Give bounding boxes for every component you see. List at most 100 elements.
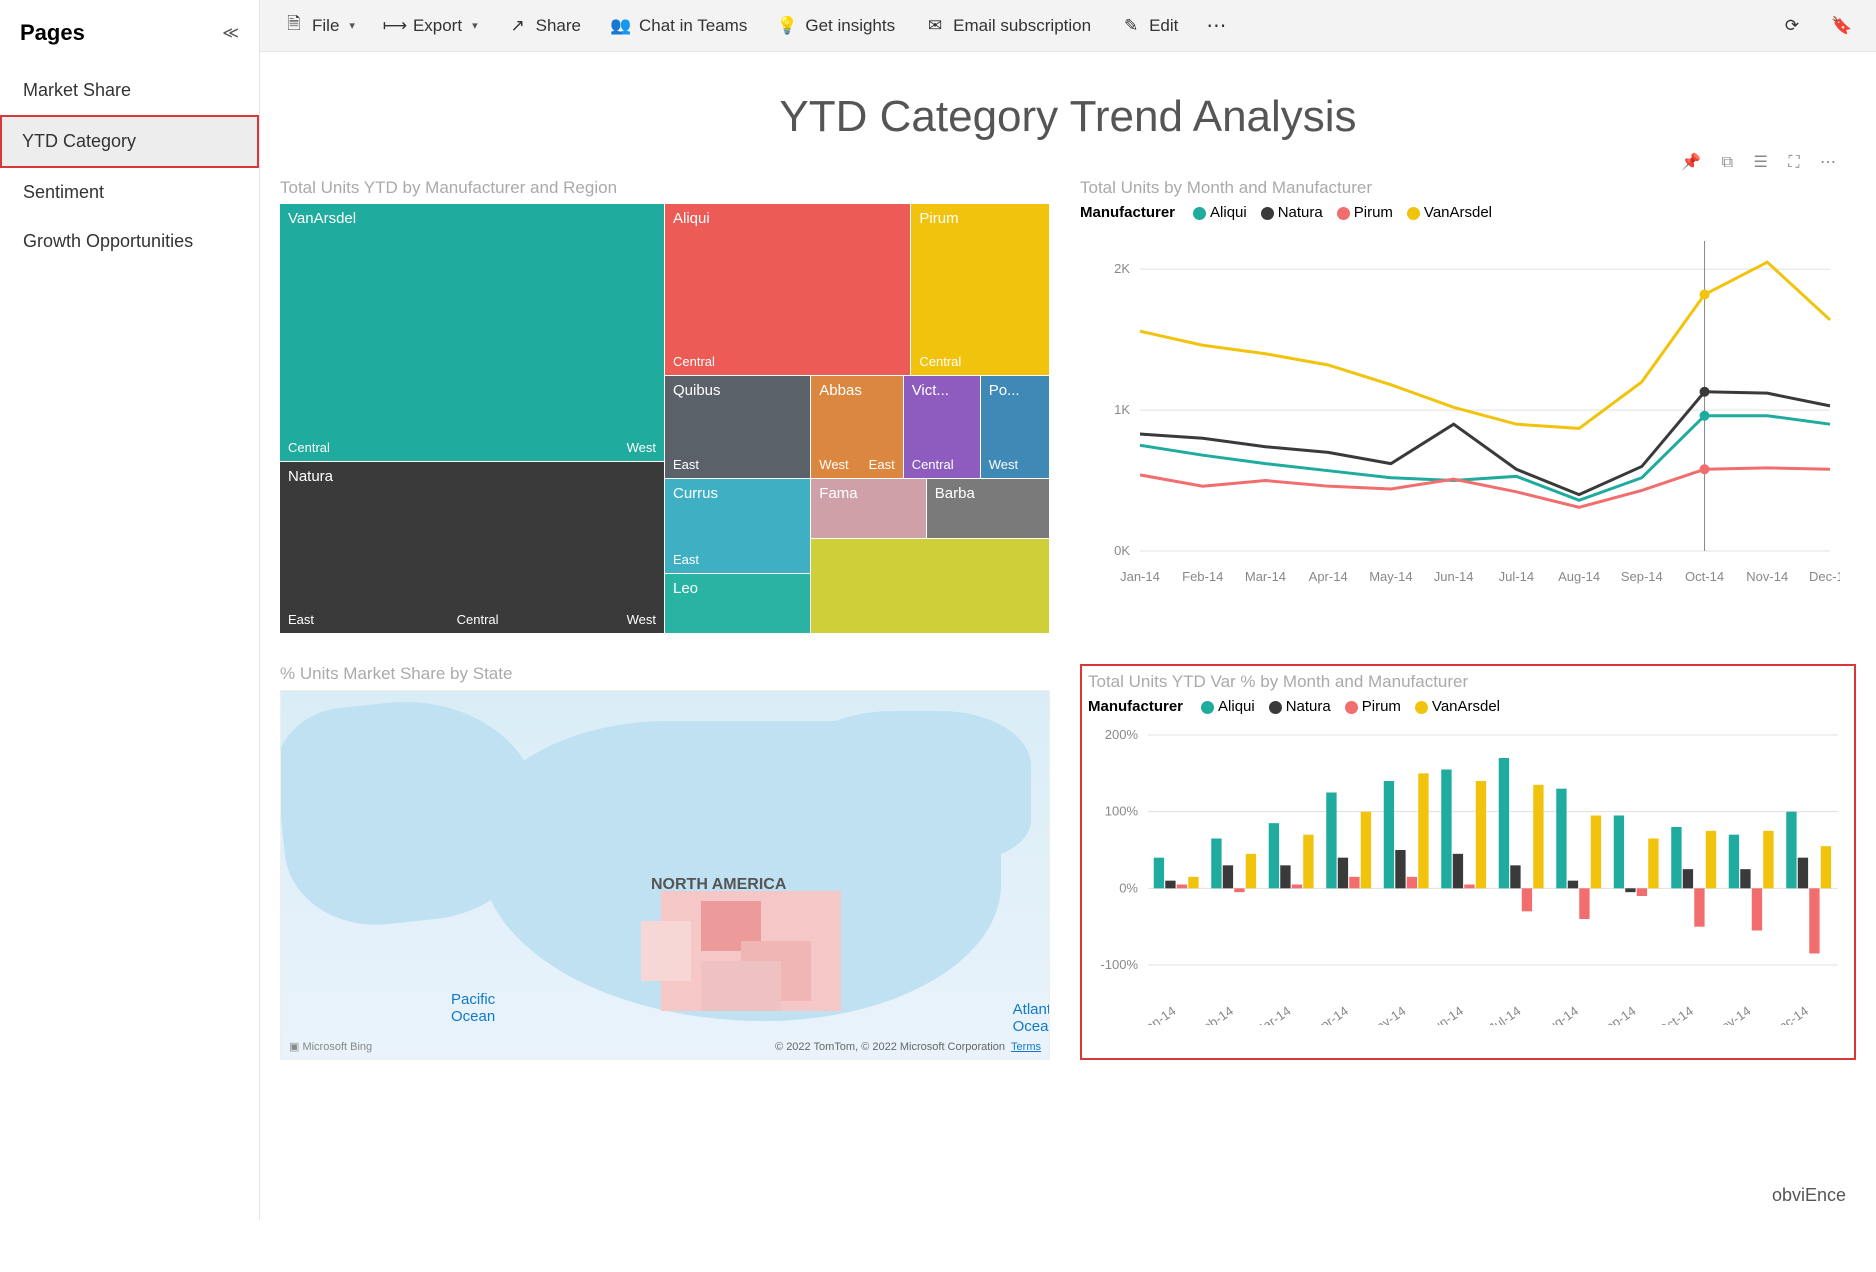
sidebar-item-sentiment[interactable]: Sentiment: [0, 168, 259, 217]
treemap-node[interactable]: AbbasWestEast: [811, 376, 902, 478]
map-attribution: © 2022 TomTom, © 2022 Microsoft Corporat…: [775, 1041, 1041, 1053]
treemap-title: Total Units YTD by Manufacturer and Regi…: [280, 178, 1050, 198]
more-options-button[interactable]: ⋯: [1196, 13, 1238, 38]
bar-chart-visual[interactable]: Total Units YTD Var % by Month and Manuf…: [1080, 664, 1856, 1060]
map-visual[interactable]: % Units Market Share by State NORTH AMER…: [280, 664, 1050, 1060]
svg-text:Jun-14: Jun-14: [1434, 569, 1474, 584]
treemap-node[interactable]: Leo: [665, 574, 810, 633]
collapse-sidebar-icon[interactable]: ≪: [222, 23, 239, 43]
chevron-down-icon: ▾: [349, 19, 355, 32]
svg-text:Feb-14: Feb-14: [1182, 569, 1223, 584]
bar-chart-plot[interactable]: -100%0%100%200%Jan-14Feb-14Mar-14Apr-14M…: [1088, 725, 1848, 1025]
svg-text:200%: 200%: [1105, 727, 1139, 742]
map-plot[interactable]: NORTH AMERICA PacificOcean AtlantOcea ▣ …: [280, 690, 1050, 1060]
copy-visual-icon[interactable]: ⧉: [1722, 154, 1733, 172]
chevron-down-icon: ▾: [472, 19, 478, 32]
line-chart-title: Total Units by Month and Manufacturer: [1080, 178, 1856, 198]
treemap-node[interactable]: Central: [665, 342, 910, 375]
svg-text:May-14: May-14: [1369, 569, 1412, 584]
treemap-node[interactable]: QuibusEast: [665, 376, 810, 478]
svg-text:Jun-14: Jun-14: [1425, 1003, 1466, 1025]
svg-text:Dec-14: Dec-14: [1768, 1003, 1811, 1025]
brand-footer: obviEnce: [1772, 1185, 1846, 1206]
sidebar-item-growth[interactable]: Growth Opportunities: [0, 217, 259, 266]
visual-more-icon[interactable]: ⋯: [1820, 152, 1836, 172]
focus-mode-icon[interactable]: ⛶: [1788, 154, 1799, 172]
filter-visual-icon[interactable]: ☰: [1754, 152, 1768, 172]
treemap-node[interactable]: Po...West: [981, 376, 1049, 478]
email-subscription-button[interactable]: ✉ Email subscription: [913, 10, 1103, 42]
line-chart-plot[interactable]: 0K1K2KJan-14Feb-14Mar-14Apr-14May-14Jun-…: [1080, 231, 1840, 591]
legend-vanarsdel[interactable]: VanArsdel: [1407, 204, 1492, 221]
bookmark-icon: 🔖: [1832, 16, 1852, 36]
svg-text:Nov-14: Nov-14: [1711, 1003, 1754, 1025]
map-bing-logo: ▣ Microsoft Bing: [289, 1040, 372, 1053]
bookmark-button[interactable]: 🔖: [1820, 10, 1864, 42]
pin-visual-icon[interactable]: 📌: [1681, 152, 1701, 172]
svg-text:Oct-14: Oct-14: [1655, 1003, 1696, 1025]
svg-text:Mar-14: Mar-14: [1251, 1003, 1293, 1025]
bar-chart-title: Total Units YTD Var % by Month and Manuf…: [1088, 672, 1848, 692]
svg-text:May-14: May-14: [1364, 1003, 1408, 1025]
treemap-node[interactable]: Central: [911, 342, 1049, 375]
share-button[interactable]: ↗ Share: [496, 10, 593, 42]
map-title: % Units Market Share by State: [280, 664, 1050, 684]
legend-pirum[interactable]: Pirum: [1345, 698, 1401, 715]
svg-text:100%: 100%: [1105, 804, 1139, 819]
treemap-visual[interactable]: Total Units YTD by Manufacturer and Regi…: [280, 178, 1050, 634]
svg-text:Nov-14: Nov-14: [1746, 569, 1788, 584]
svg-text:2K: 2K: [1114, 261, 1130, 276]
svg-text:Aug-14: Aug-14: [1558, 569, 1600, 584]
svg-text:Sep-14: Sep-14: [1596, 1003, 1639, 1025]
report-canvas: YTD Category Trend Analysis 📌 ⧉ ☰ ⛶ ⋯ To…: [260, 52, 1876, 1272]
sidebar-title: Pages: [20, 20, 85, 46]
file-menu[interactable]: 🗎 File ▾: [272, 10, 367, 42]
legend-pirum[interactable]: Pirum: [1337, 204, 1393, 221]
sidebar-items: Market Share YTD Category Sentiment Grow…: [0, 56, 259, 266]
share-icon: ↗: [508, 16, 528, 36]
mail-icon: ✉: [925, 16, 945, 36]
treemap-node[interactable]: CurrusEast: [665, 479, 810, 573]
svg-text:Jul-14: Jul-14: [1499, 569, 1534, 584]
map-continent-label: NORTH AMERICA: [651, 876, 786, 894]
legend-aliqui[interactable]: Aliqui: [1193, 204, 1247, 221]
svg-text:Jul-14: Jul-14: [1486, 1003, 1524, 1025]
legend-natura[interactable]: Natura: [1261, 204, 1323, 221]
svg-text:Apr-14: Apr-14: [1309, 569, 1348, 584]
treemap-node[interactable]: NaturaEastWestCentral: [280, 462, 664, 633]
refresh-button[interactable]: ⟳: [1770, 10, 1814, 42]
visual-action-bar: 📌 ⧉ ☰ ⛶ ⋯: [280, 152, 1856, 172]
lightbulb-icon: 💡: [777, 16, 797, 36]
svg-text:Dec-14: Dec-14: [1809, 569, 1840, 584]
treemap-node[interactable]: Vict...Central: [904, 376, 980, 478]
svg-text:Apr-14: Apr-14: [1310, 1003, 1351, 1025]
treemap-node[interactable]: CentralWest: [280, 333, 664, 461]
svg-text:Aug-14: Aug-14: [1538, 1003, 1581, 1025]
treemap-node[interactable]: Fama: [811, 479, 926, 538]
get-insights-button[interactable]: 💡 Get insights: [765, 10, 907, 42]
sidebar-item-ytd-category[interactable]: YTD Category: [0, 115, 259, 168]
treemap-node[interactable]: [811, 539, 1049, 633]
svg-text:Feb-14: Feb-14: [1194, 1003, 1236, 1025]
svg-text:Jan-14: Jan-14: [1137, 1003, 1178, 1025]
pencil-icon: ✎: [1121, 16, 1141, 36]
treemap-node[interactable]: Barba: [927, 479, 1049, 538]
line-chart-visual[interactable]: Total Units by Month and Manufacturer Ma…: [1080, 178, 1856, 634]
svg-text:Jan-14: Jan-14: [1120, 569, 1160, 584]
svg-text:0%: 0%: [1119, 880, 1138, 895]
edit-button[interactable]: ✎ Edit: [1109, 10, 1190, 42]
map-atlantic-label: AtlantOcea: [1013, 1001, 1050, 1035]
pages-sidebar: Pages ≪ Market Share YTD Category Sentim…: [0, 0, 260, 1220]
legend-aliqui[interactable]: Aliqui: [1201, 698, 1255, 715]
export-icon: ⟼: [385, 16, 405, 36]
chat-teams-button[interactable]: 👥 Chat in Teams: [599, 10, 759, 42]
map-terms-link[interactable]: Terms: [1011, 1041, 1041, 1053]
svg-text:0K: 0K: [1114, 543, 1130, 558]
bar-chart-legend: Manufacturer Aliqui Natura Pirum VanArsd…: [1088, 698, 1848, 715]
sidebar-item-market-share[interactable]: Market Share: [0, 66, 259, 115]
teams-icon: 👥: [611, 16, 631, 36]
legend-natura[interactable]: Natura: [1269, 698, 1331, 715]
legend-vanarsdel[interactable]: VanArsdel: [1415, 698, 1500, 715]
refresh-icon: ⟳: [1782, 16, 1802, 36]
export-menu[interactable]: ⟼ Export ▾: [373, 10, 490, 42]
